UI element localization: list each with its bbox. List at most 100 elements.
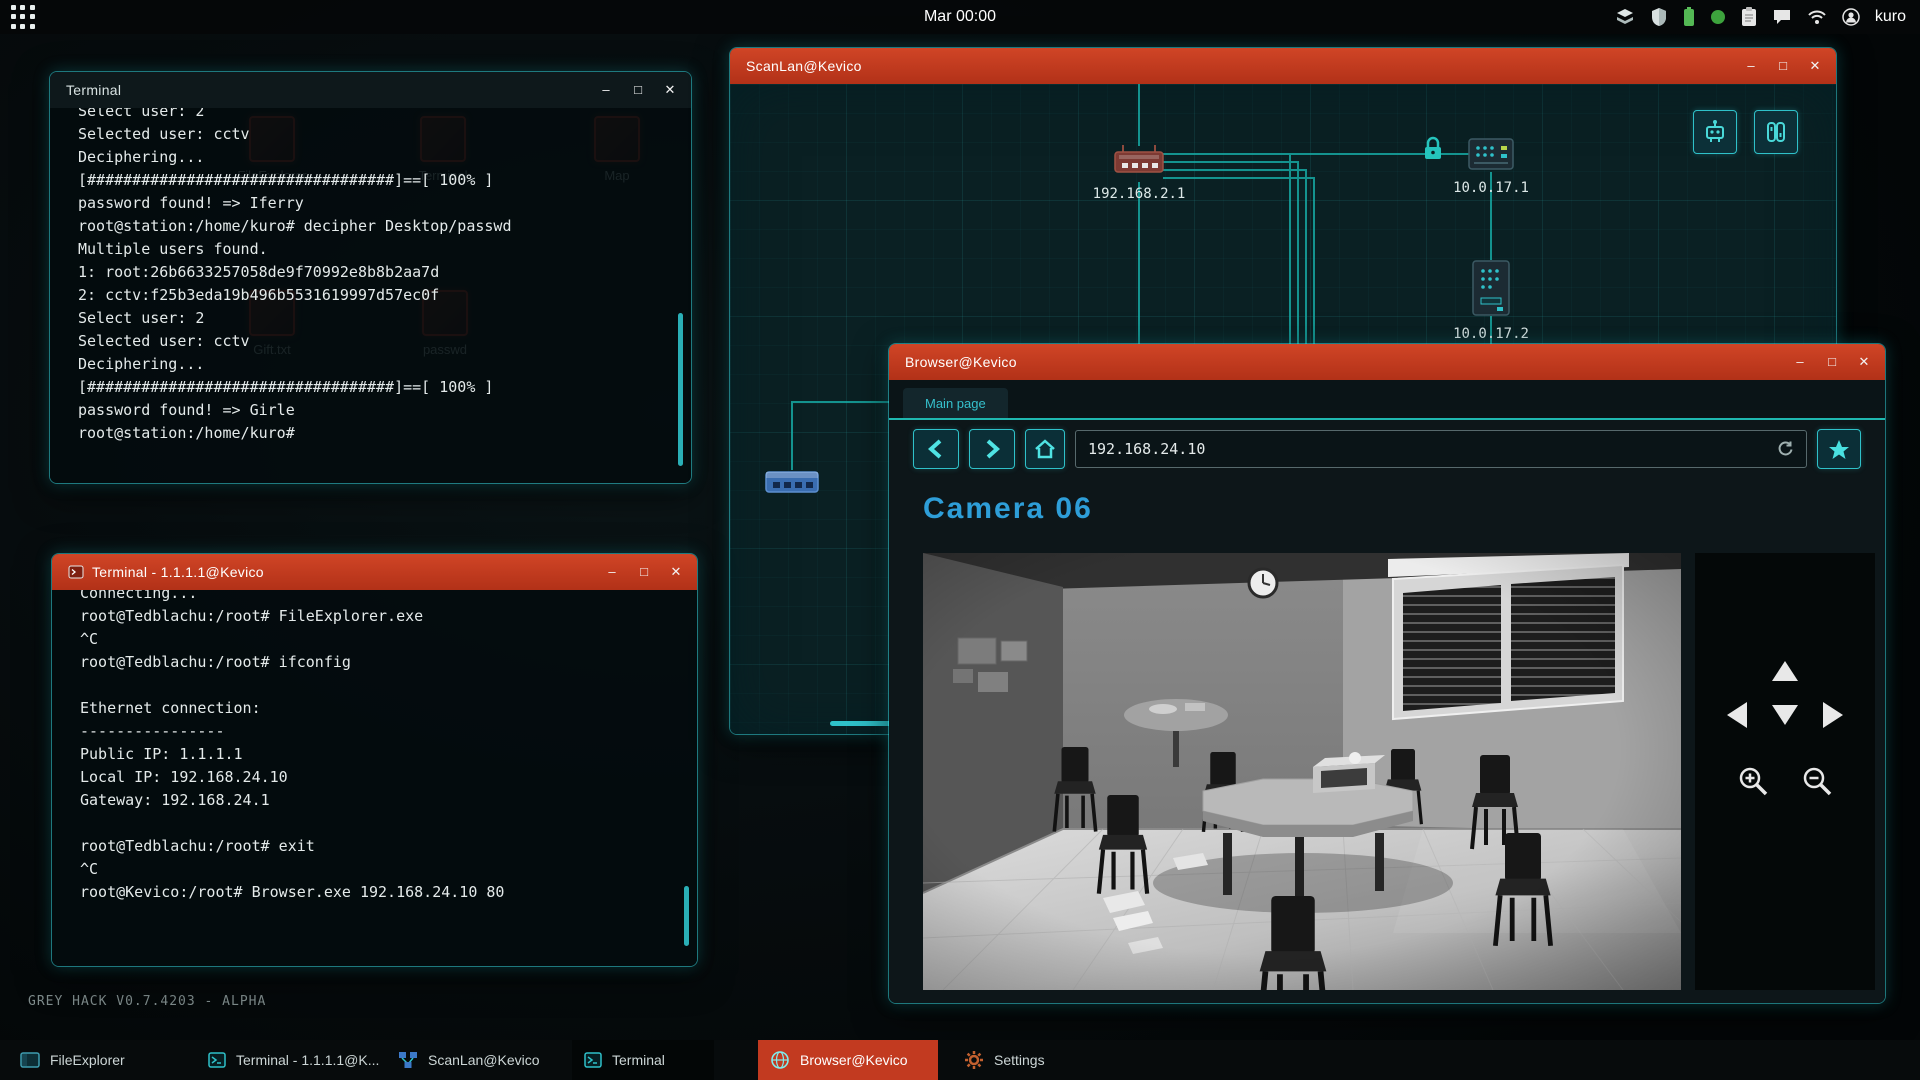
forward-button[interactable] (969, 429, 1015, 469)
url-text: 192.168.24.10 (1088, 440, 1205, 458)
camera-feed (923, 553, 1681, 990)
terminal-line: Local IP: 192.168.24.10 (80, 766, 697, 789)
network-node-server1[interactable]: 10.0.17.1 (1431, 138, 1551, 196)
maximize-button[interactable]: □ (637, 564, 651, 580)
terminal-line: Connecting... (80, 590, 697, 605)
shield-icon[interactable] (1650, 7, 1668, 27)
file-explorer-icon (20, 1052, 40, 1068)
terminal-line: ---------------- (80, 720, 697, 743)
window-title: Browser@Kevico (905, 354, 1793, 370)
node-ip-label: 10.0.17.2 (1431, 326, 1551, 342)
window-controls: – □ ✕ (1793, 354, 1871, 370)
zoom-in-button[interactable] (1737, 765, 1769, 797)
terminal-line: root@Tedblachu:/root# exit (80, 835, 697, 858)
window-titlebar[interactable]: ScanLan@Kevico – □ ✕ (730, 48, 1836, 84)
taskbar-item-label: Terminal (612, 1052, 665, 1068)
window-titlebar[interactable]: Terminal – □ ✕ (50, 72, 691, 108)
close-button[interactable]: ✕ (1857, 354, 1871, 370)
camera-up-button[interactable] (1761, 649, 1809, 693)
taskbar-item-fileexplorer[interactable]: FileExplorer (8, 1040, 137, 1080)
server-icon (1468, 138, 1514, 170)
browser-content: Main page 192.168.24.10 Camera 06 (889, 380, 1885, 1003)
taskbar-item-label: ScanLan@Kevico (428, 1052, 540, 1068)
compare-icon (1763, 119, 1789, 145)
terminal-line: ^C (80, 628, 697, 651)
camera-left-button[interactable] (1713, 693, 1761, 737)
terminal-line: 1: root:26b6633257058de9f70992e8b8b2aa7d (78, 261, 691, 284)
terminal-line: Deciphering... (78, 353, 691, 376)
taskbar-item-label: Browser@Kevico (800, 1052, 908, 1068)
taskbar-item-browser[interactable]: Browser@Kevico (758, 1040, 938, 1080)
scan-device-button[interactable] (1693, 110, 1737, 154)
router-icon (1113, 142, 1165, 176)
terminal-line: root@Kevico:/root# Browser.exe 192.168.2… (80, 881, 697, 904)
terminal-line: Select user: 2 (78, 307, 691, 330)
maximize-button[interactable]: □ (1825, 354, 1839, 370)
zoom-out-button[interactable] (1801, 765, 1833, 797)
taskbar-item-settings[interactable]: Settings (952, 1040, 1057, 1080)
layers-icon[interactable] (1615, 8, 1635, 26)
window-titlebar[interactable]: Terminal - 1.1.1.1@Kevico – □ ✕ (52, 554, 697, 590)
close-button[interactable]: ✕ (669, 564, 683, 580)
user-icon[interactable] (1842, 8, 1860, 26)
terminal-line (80, 812, 697, 835)
scan-filter-button[interactable] (1754, 110, 1798, 154)
zoom-out-icon (1801, 765, 1833, 797)
camera-right-button[interactable] (1809, 693, 1857, 737)
bookmark-button[interactable] (1817, 429, 1861, 469)
url-bar[interactable]: 192.168.24.10 (1075, 430, 1807, 468)
app-launcher-button[interactable] (10, 4, 36, 30)
terminal-line: [##################################]==[ … (78, 169, 691, 192)
terminal-line: root@Tedblachu:/root# ifconfig (80, 651, 697, 674)
taskbar-item-terminal-remote[interactable]: Terminal - 1.1.1.1@K... (196, 1040, 391, 1080)
chat-icon[interactable] (1772, 8, 1792, 26)
window-controls: – □ ✕ (1744, 58, 1822, 74)
wifi-icon[interactable] (1807, 9, 1827, 25)
window-title: Terminal (66, 82, 599, 98)
refresh-icon[interactable] (1776, 440, 1794, 458)
gear-icon (964, 1050, 984, 1070)
terminal-icon (584, 1052, 602, 1068)
close-button[interactable]: ✕ (1808, 58, 1822, 74)
clipboard-icon[interactable] (1741, 7, 1757, 27)
window-title: ScanLan@Kevico (746, 58, 1744, 74)
terminal-output[interactable]: Connecting... root@Tedblachu:/root# File… (52, 590, 697, 966)
scrollbar[interactable] (678, 313, 683, 466)
home-button[interactable] (1025, 429, 1065, 469)
minimize-button[interactable]: – (599, 82, 613, 98)
taskbar-item-label: Terminal - 1.1.1.1@K... (236, 1052, 379, 1068)
network-node-router[interactable]: 192.168.2.1 (1079, 142, 1199, 202)
username-label[interactable]: kuro (1875, 8, 1906, 26)
scrollbar[interactable] (684, 886, 689, 946)
network-node-server2[interactable]: 10.0.17.2 (1431, 260, 1551, 342)
back-button[interactable] (913, 429, 959, 469)
terminal-app-icon (68, 565, 84, 579)
terminal-line: Selected user: cctv (78, 330, 691, 353)
network-node-switch[interactable] (732, 468, 852, 501)
window-controls: – □ ✕ (605, 564, 683, 580)
back-arrow-icon (925, 438, 947, 460)
camera-down-button[interactable] (1761, 693, 1809, 737)
close-button[interactable]: ✕ (663, 82, 677, 98)
minimize-button[interactable]: – (1744, 58, 1758, 74)
window-titlebar[interactable]: Browser@Kevico – □ ✕ (889, 344, 1885, 380)
terminal-output[interactable]: Select user: 2 Selected user: cctv Decip… (50, 108, 691, 483)
terminal-window: Terminal – □ ✕ Select user: 2 Selected u… (49, 71, 692, 484)
minimize-button[interactable]: – (605, 564, 619, 580)
terminal-line: [##################################]==[ … (78, 376, 691, 399)
status-dot-icon[interactable] (1710, 9, 1726, 25)
topbar: Mar 00:00 kuro (0, 0, 1920, 34)
taskbar-item-terminal[interactable]: Terminal (572, 1040, 714, 1080)
home-icon (1034, 439, 1056, 459)
minimize-button[interactable]: – (1793, 354, 1807, 370)
arrow-right-icon (1821, 700, 1845, 730)
taskbar-item-scanlan[interactable]: ScanLan@Kevico (386, 1040, 552, 1080)
battery-icon[interactable] (1683, 7, 1695, 27)
terminal-line: root@Tedblachu:/root# FileExplorer.exe (80, 605, 697, 628)
taskbar-item-label: FileExplorer (50, 1052, 125, 1068)
maximize-button[interactable]: □ (1776, 58, 1790, 74)
window-controls: – □ ✕ (599, 82, 677, 98)
maximize-button[interactable]: □ (631, 82, 645, 98)
camera-dpad (1713, 649, 1857, 737)
tab-main-page[interactable]: Main page (903, 388, 1008, 418)
